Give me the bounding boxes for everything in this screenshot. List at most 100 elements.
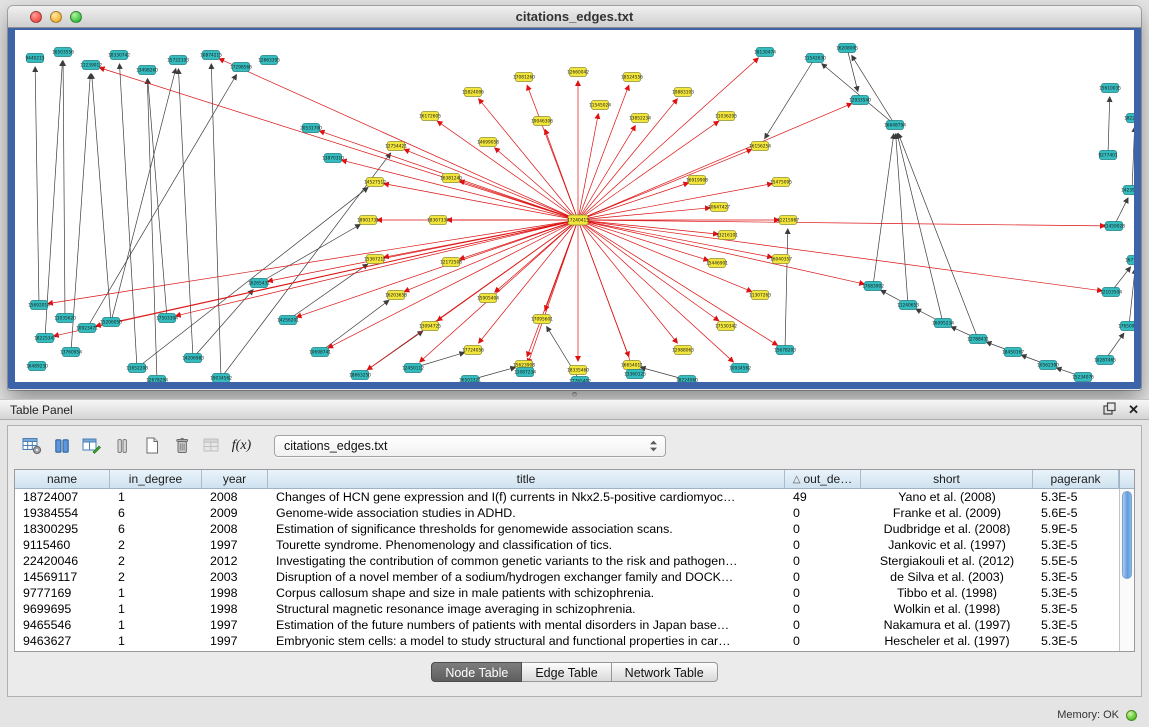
network-node[interactable]: 17095601 [531,315,553,324]
citation-edge-red[interactable] [404,149,578,220]
network-node[interactable]: 17530342 [715,322,737,331]
citation-edge-red[interactable] [578,99,677,220]
citation-edge-black[interactable] [35,67,39,305]
network-node[interactable]: 12788431 [967,335,989,344]
citation-edge-red[interactable] [578,183,688,220]
network-node[interactable]: 13498260 [136,66,158,75]
citation-edge-black[interactable] [785,229,788,350]
table-row[interactable]: 911546021997Tourette syndrome. Phenomeno… [15,537,1119,553]
network-node[interactable]: 15610035 [1099,84,1121,93]
network-node[interactable]: 16778215 [1125,256,1134,265]
tab-node-table[interactable]: Node Table [431,662,522,682]
network-node[interactable]: 16648794 [884,121,906,130]
network-node[interactable]: 11459028 [1103,222,1125,231]
splitter-handle[interactable] [0,390,1149,399]
citation-edge-red[interactable] [545,129,578,220]
citation-edge-black[interactable] [45,61,62,338]
network-node[interactable]: 16503321 [459,376,481,383]
citation-edge-black[interactable] [92,74,111,322]
citation-edge-red[interactable] [96,220,578,326]
network-node[interactable]: 15367211 [364,255,386,264]
citation-edge-red[interactable] [297,220,578,317]
network-node[interactable]: 15234076 [1072,373,1094,382]
network-node[interactable]: 11239012 [80,61,102,70]
network-node[interactable]: 11036205 [715,112,737,121]
citation-edge-red[interactable] [578,220,1102,291]
network-node[interactable]: 16489230 [26,362,48,371]
network-node[interactable]: 16095234 [932,319,954,328]
network-node[interactable]: 10287465 [1094,356,1116,365]
citation-edge-black[interactable] [873,134,894,286]
citation-edge-black[interactable] [847,48,858,91]
citation-edge-black[interactable] [1132,127,1134,190]
network-node[interactable]: 19883103 [672,88,694,97]
function-builder-icon[interactable]: f(x) [228,433,255,458]
import-table-icon[interactable] [198,433,225,458]
network-window-titlebar[interactable]: citations_edges.txt [8,6,1141,28]
citation-edge-red[interactable] [578,220,677,343]
citation-edge-black[interactable] [137,188,368,368]
citation-edge-red[interactable] [328,220,578,348]
network-node[interactable]: 14239861 [1121,186,1134,195]
table-scrollbar[interactable] [1119,489,1134,651]
column-header-title[interactable]: title [268,470,785,489]
table-options-icon[interactable] [18,433,45,458]
network-node[interactable]: 10923471 [76,324,98,333]
citation-edge-black[interactable] [63,61,65,318]
citation-edge-red[interactable] [578,184,772,220]
network-node[interactable]: 18367337 [427,216,449,225]
network-node[interactable]: 13360125 [624,370,646,379]
network-node[interactable]: 16654011 [621,361,643,370]
network-node[interactable]: 18130474 [754,48,776,57]
network-node[interactable]: 14206983 [182,354,204,363]
citation-edge-black[interactable] [288,264,368,320]
citation-edge-black[interactable] [147,79,157,380]
citation-edge-black[interactable] [852,56,895,125]
citation-edge-red[interactable] [437,121,578,220]
network-node[interactable]: 11542630 [804,54,826,63]
citation-edge-black[interactable] [71,74,90,352]
network-node[interactable]: 17298566 [230,63,252,72]
citation-edge-black[interactable] [896,134,908,305]
network-node[interactable]: 13852234 [629,114,651,123]
scrollbar-thumb[interactable] [1122,491,1132,579]
table-row[interactable]: 1830029562008Estimation of significance … [15,521,1119,537]
citation-edge-red[interactable] [578,220,1105,226]
network-node[interactable]: 12215987 [777,216,799,225]
column-header-name[interactable]: name [15,470,110,489]
network-node[interactable]: 16040357 [770,255,792,264]
table-row[interactable]: 946362711997Embryonic stem cells: a mode… [15,633,1119,649]
network-node[interactable]: 10647427 [708,203,730,212]
citation-edge-red[interactable] [578,208,710,220]
network-node[interactable]: 18225347 [34,334,56,343]
citation-edge-black[interactable] [1129,269,1134,326]
citation-edge-red[interactable] [578,220,864,284]
citation-edge-red[interactable] [578,220,708,260]
citation-edge-black[interactable] [765,58,815,138]
citation-edge-black[interactable] [111,69,176,322]
network-node[interactable]: 10874215 [200,51,222,60]
network-node[interactable]: 17765402 [569,377,591,383]
network-node[interactable]: 14699058 [477,138,499,147]
network-node[interactable]: 11652208 [126,364,148,373]
network-node[interactable]: 18224960 [676,376,698,383]
network-node[interactable]: 18223344 [1124,114,1134,123]
network-node[interactable]: 12754421 [385,142,407,151]
citation-edge-red[interactable] [176,220,578,316]
network-node[interactable]: 15206050 [100,318,122,327]
network-node[interactable]: 17081260 [513,73,535,82]
network-node[interactable]: 12933540 [849,96,871,105]
network-node[interactable]: 13094725 [419,322,441,331]
network-node[interactable]: 16172605 [419,112,441,121]
column-header-in_degree[interactable]: in_degree [110,470,202,489]
column-header-out_de[interactable]: △out_de… [785,470,861,489]
network-node[interactable]: 9277401 [1098,151,1117,160]
citation-edge-red[interactable] [578,220,632,366]
network-node[interactable]: 19046306 [531,117,553,126]
citation-edge-black[interactable] [897,134,943,323]
tab-network-table[interactable]: Network Table [612,662,718,682]
edit-columns-icon[interactable] [78,433,105,458]
network-node[interactable]: 19034562 [210,374,232,383]
citation-edge-red[interactable] [342,160,578,220]
network-node[interactable]: 11307263 [749,291,771,300]
